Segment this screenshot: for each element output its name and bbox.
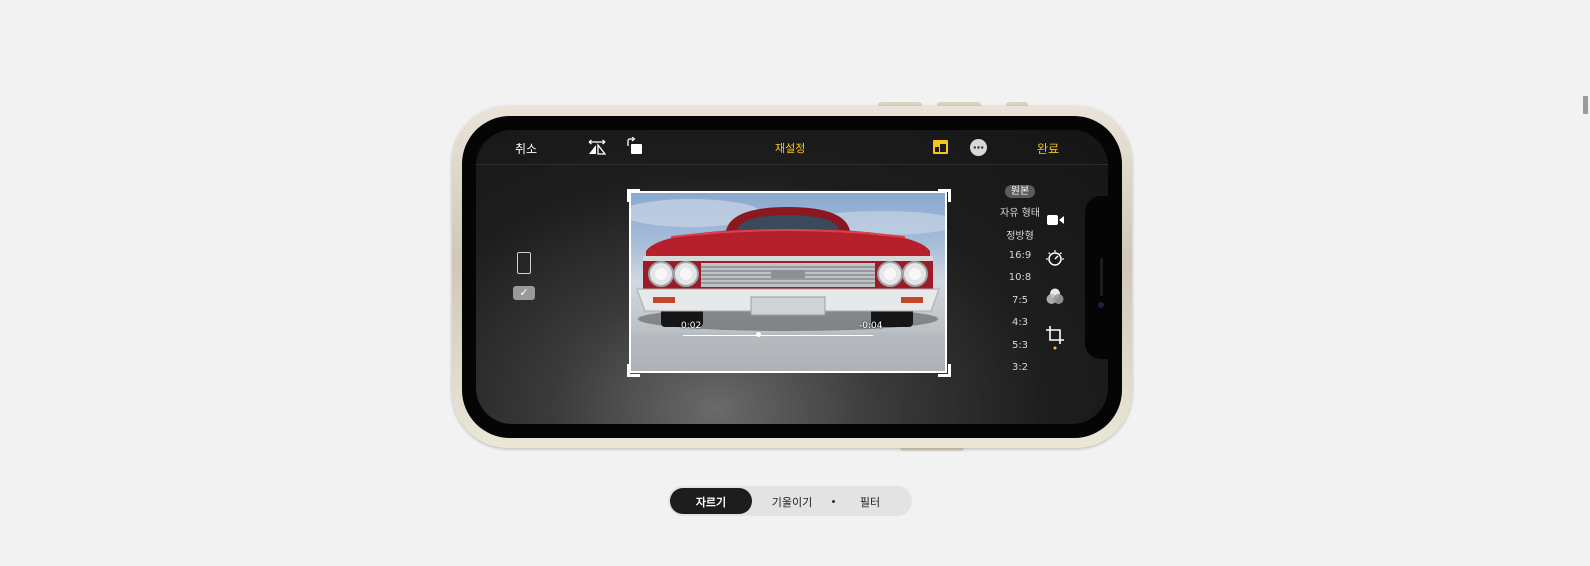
video-icon[interactable] (1047, 214, 1064, 226)
more-icon[interactable] (970, 139, 987, 156)
rotate-icon[interactable] (626, 137, 644, 155)
ratio-5-3[interactable]: 5:3 (990, 340, 1050, 351)
ratio-4-3[interactable]: 4:3 (990, 317, 1050, 328)
scrollbar[interactable] (1583, 96, 1588, 114)
orientation-checkbox[interactable]: ✓ (513, 286, 535, 300)
segment-tilt[interactable]: 기울이기 (757, 494, 827, 510)
front-camera (1098, 302, 1104, 308)
crop-handle-top-right[interactable] (938, 189, 951, 202)
portrait-orientation-icon[interactable] (517, 252, 531, 274)
crop-handle-bottom-right[interactable] (938, 364, 951, 377)
segment-crop[interactable]: 자르기 (670, 494, 752, 510)
crop-icon[interactable] (1046, 326, 1064, 350)
ratio-3-2[interactable]: 3:2 (990, 362, 1050, 373)
speaker-grille (1100, 258, 1103, 296)
ratio-7-5[interactable]: 7:5 (990, 295, 1050, 306)
adjust-icon[interactable] (1046, 250, 1064, 268)
ratio-original[interactable]: 원본 (990, 182, 1050, 198)
crop-frame[interactable] (629, 191, 947, 373)
flip-horizontal-icon[interactable] (588, 138, 606, 155)
video-scrubber-track[interactable] (683, 335, 873, 336)
video-scrubber-knob[interactable] (756, 332, 761, 337)
done-button[interactable]: 완료 (1037, 140, 1059, 157)
reset-button[interactable]: 재설정 (775, 140, 805, 156)
ratio-square[interactable]: 정방형 (990, 227, 1050, 242)
crop-handle-bottom-left[interactable] (627, 364, 640, 377)
filters-icon[interactable] (1046, 288, 1064, 305)
ratio-freeform[interactable]: 자유 형태 (990, 204, 1050, 219)
segment-filters[interactable]: 필터 (845, 494, 895, 510)
aspect-ratio-icon[interactable] (933, 140, 948, 154)
ratio-10-8[interactable]: 10:8 (990, 272, 1050, 283)
time-elapsed: 0:02 (681, 321, 702, 331)
crop-handle-top-left[interactable] (627, 189, 640, 202)
cancel-button[interactable]: 취소 (515, 140, 537, 157)
ratio-16-9[interactable]: 16:9 (990, 250, 1050, 261)
segment-separator (832, 500, 835, 503)
time-remaining: -0:04 (859, 321, 883, 331)
